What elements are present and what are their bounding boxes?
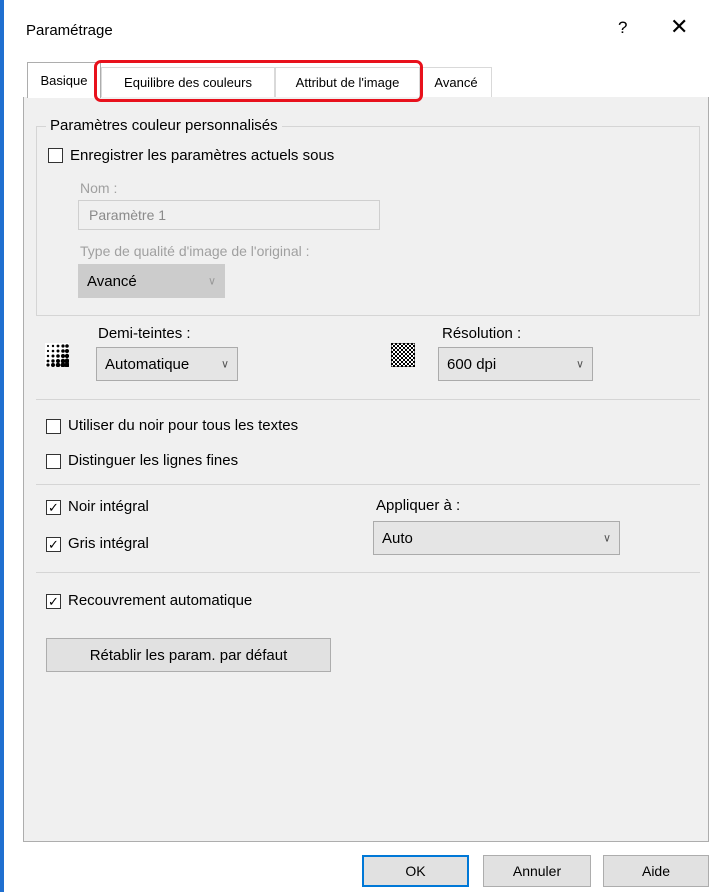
chevron-down-icon: ∨: [207, 275, 216, 288]
chevron-down-icon: ∨: [220, 358, 229, 371]
name-field-value: Paramètre 1: [89, 207, 167, 223]
resolution-dropdown[interactable]: 600 dpi ∨: [438, 347, 593, 381]
chevron-down-icon: ∨: [602, 532, 611, 545]
tab-label: Basique: [40, 73, 88, 88]
checkmark-icon: ✓: [48, 594, 59, 609]
checkmark-icon: ✓: [48, 500, 59, 515]
tab-label: Avancé: [434, 75, 478, 90]
separator: [36, 399, 700, 400]
resolution-icon: [390, 342, 416, 368]
pure-gray-checkbox[interactable]: ✓: [46, 537, 61, 552]
button-label: Aide: [641, 863, 671, 879]
tab-attribut-image[interactable]: Attribut de l'image: [275, 67, 420, 97]
help-button[interactable]: Aide: [603, 855, 709, 887]
cancel-button[interactable]: Annuler: [483, 855, 591, 887]
tab-basique[interactable]: Basique: [27, 62, 101, 98]
halftone-dropdown[interactable]: Automatique ∨: [96, 347, 238, 381]
name-field[interactable]: Paramètre 1: [78, 200, 380, 230]
tab-equilibre-couleurs[interactable]: Equilibre des couleurs: [101, 67, 275, 97]
halftone-icon: [45, 343, 70, 368]
button-label: Annuler: [512, 863, 562, 879]
fine-lines-label: Distinguer les lignes fines: [68, 452, 239, 469]
button-label: OK: [405, 863, 426, 879]
apply-to-label: Appliquer à :: [376, 497, 461, 514]
help-icon[interactable]: ?: [618, 18, 627, 38]
fine-lines-checkbox[interactable]: [46, 454, 61, 469]
tab-avance[interactable]: Avancé: [420, 67, 492, 97]
quality-label: Type de qualité d'image de l'original :: [80, 243, 310, 259]
name-label: Nom :: [80, 180, 118, 196]
window-left-border: [0, 0, 4, 892]
pure-gray-label: Gris intégral: [68, 535, 149, 552]
quality-dropdown[interactable]: Avancé ∨: [78, 264, 225, 298]
auto-trapping-label: Recouvrement automatique: [68, 592, 253, 609]
button-label: Rétablir les param. par défaut: [89, 646, 288, 664]
black-text-label: Utiliser du noir pour tous les textes: [68, 417, 299, 434]
tab-label: Equilibre des couleurs: [124, 75, 252, 90]
apply-to-dropdown-value: Auto: [382, 529, 413, 547]
restore-defaults-button[interactable]: Rétablir les param. par défaut: [46, 638, 331, 672]
resolution-label: Résolution :: [442, 325, 522, 342]
pure-black-checkbox[interactable]: ✓: [46, 500, 61, 515]
tab-label: Attribut de l'image: [295, 75, 400, 90]
separator: [36, 484, 700, 485]
save-settings-checkbox[interactable]: [48, 148, 63, 163]
checkmark-icon: ✓: [48, 537, 59, 552]
ok-button[interactable]: OK: [362, 855, 469, 887]
separator: [36, 572, 700, 573]
halftone-dropdown-value: Automatique: [105, 355, 190, 373]
pure-black-label: Noir intégral: [68, 498, 149, 515]
save-settings-label: Enregistrer les paramètres actuels sous: [70, 147, 335, 164]
resolution-dropdown-value: 600 dpi: [447, 355, 497, 373]
apply-to-dropdown[interactable]: Auto ∨: [373, 521, 620, 555]
chevron-down-icon: ∨: [575, 358, 584, 371]
quality-dropdown-value: Avancé: [87, 272, 137, 290]
window-title: Paramétrage: [26, 22, 113, 39]
auto-trapping-checkbox[interactable]: ✓: [46, 594, 61, 609]
group-label: Paramètres couleur personnalisés: [46, 117, 282, 134]
black-text-checkbox[interactable]: [46, 419, 61, 434]
halftone-label: Demi-teintes :: [98, 325, 191, 342]
close-icon[interactable]: ✕: [670, 14, 688, 40]
